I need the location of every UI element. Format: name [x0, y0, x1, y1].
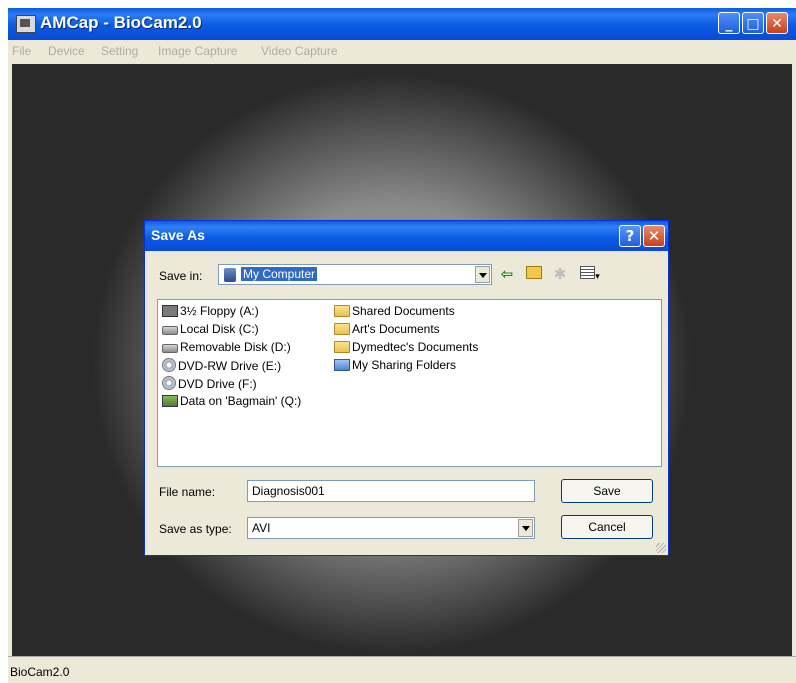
save-as-dialog: Save As ? ✕ Save in: My Computer ⇦ ✱ ▾ 3…	[144, 220, 669, 556]
shared-folder-icon	[334, 359, 350, 371]
folder-icon	[334, 323, 350, 335]
file-list[interactable]: 3½ Floppy (A:) Local Disk (C:) Removable…	[157, 299, 662, 467]
list-item[interactable]: Dymedtec's Documents	[334, 340, 478, 358]
chevron-down-icon[interactable]	[475, 266, 490, 283]
list-item[interactable]: DVD-RW Drive (E:)	[162, 358, 281, 376]
floppy-icon	[162, 305, 178, 317]
list-item[interactable]: Local Disk (C:)	[162, 322, 259, 340]
dialog-title-bar[interactable]: Save As ? ✕	[145, 221, 668, 251]
network-drive-icon	[162, 395, 178, 407]
menu-device[interactable]: Device	[48, 44, 85, 58]
file-name-label: File name:	[159, 485, 216, 499]
cancel-button[interactable]: Cancel	[561, 515, 653, 539]
resize-grip[interactable]	[656, 543, 666, 553]
save-button[interactable]: Save	[561, 479, 653, 503]
view-menu-icon[interactable]: ▾	[577, 265, 603, 283]
save-as-type-dropdown[interactable]: AVI	[247, 517, 535, 539]
menu-bar: File Device Setting Image Capture Video …	[8, 40, 796, 62]
my-computer-icon	[224, 268, 236, 282]
chevron-down-icon[interactable]	[518, 519, 533, 537]
list-item[interactable]: Data on 'Bagmain' (Q:)	[162, 394, 301, 412]
folder-icon	[334, 341, 350, 353]
list-item[interactable]: DVD Drive (F:)	[162, 376, 257, 394]
maximize-button[interactable]: □	[742, 12, 764, 34]
status-bar: BioCam2.0	[8, 656, 796, 683]
folder-icon	[334, 305, 350, 317]
list-item[interactable]: My Sharing Folders	[334, 358, 456, 376]
amcap-app-icon[interactable]	[16, 15, 36, 33]
window-title: AMCap - BioCam2.0	[40, 13, 202, 32]
file-name-field[interactable]: Diagnosis001	[247, 480, 535, 502]
close-button[interactable]: ✕	[766, 12, 788, 34]
menu-image-capture[interactable]: Image Capture	[158, 44, 237, 58]
new-folder-icon[interactable]: ✱	[551, 265, 569, 283]
menu-file[interactable]: File	[12, 44, 31, 58]
cd-icon	[162, 358, 176, 372]
menu-setting[interactable]: Setting	[101, 44, 138, 58]
list-item[interactable]: Art's Documents	[334, 322, 440, 340]
help-button[interactable]: ?	[619, 225, 641, 247]
menu-video-capture[interactable]: Video Capture	[261, 44, 338, 58]
up-folder-icon[interactable]	[525, 265, 543, 283]
save-in-value: My Computer	[241, 267, 318, 281]
back-arrow-icon[interactable]: ⇦	[498, 265, 516, 283]
minimize-button[interactable]: _	[718, 12, 740, 34]
list-item[interactable]: Shared Documents	[334, 304, 455, 322]
cd-icon	[162, 376, 176, 390]
drive-icon	[162, 326, 178, 335]
dialog-close-button[interactable]: ✕	[643, 225, 665, 247]
dialog-title: Save As	[151, 227, 205, 243]
list-item[interactable]: 3½ Floppy (A:)	[162, 304, 259, 322]
title-bar[interactable]: AMCap - BioCam2.0 _ □ ✕	[8, 8, 796, 40]
save-as-type-value: AVI	[252, 521, 271, 535]
save-as-type-label: Save as type:	[159, 522, 232, 536]
save-in-dropdown[interactable]: My Computer	[218, 264, 492, 285]
drive-icon	[162, 344, 178, 353]
save-in-label: Save in:	[159, 269, 203, 283]
status-text: BioCam2.0	[10, 665, 70, 679]
list-item[interactable]: Removable Disk (D:)	[162, 340, 291, 358]
